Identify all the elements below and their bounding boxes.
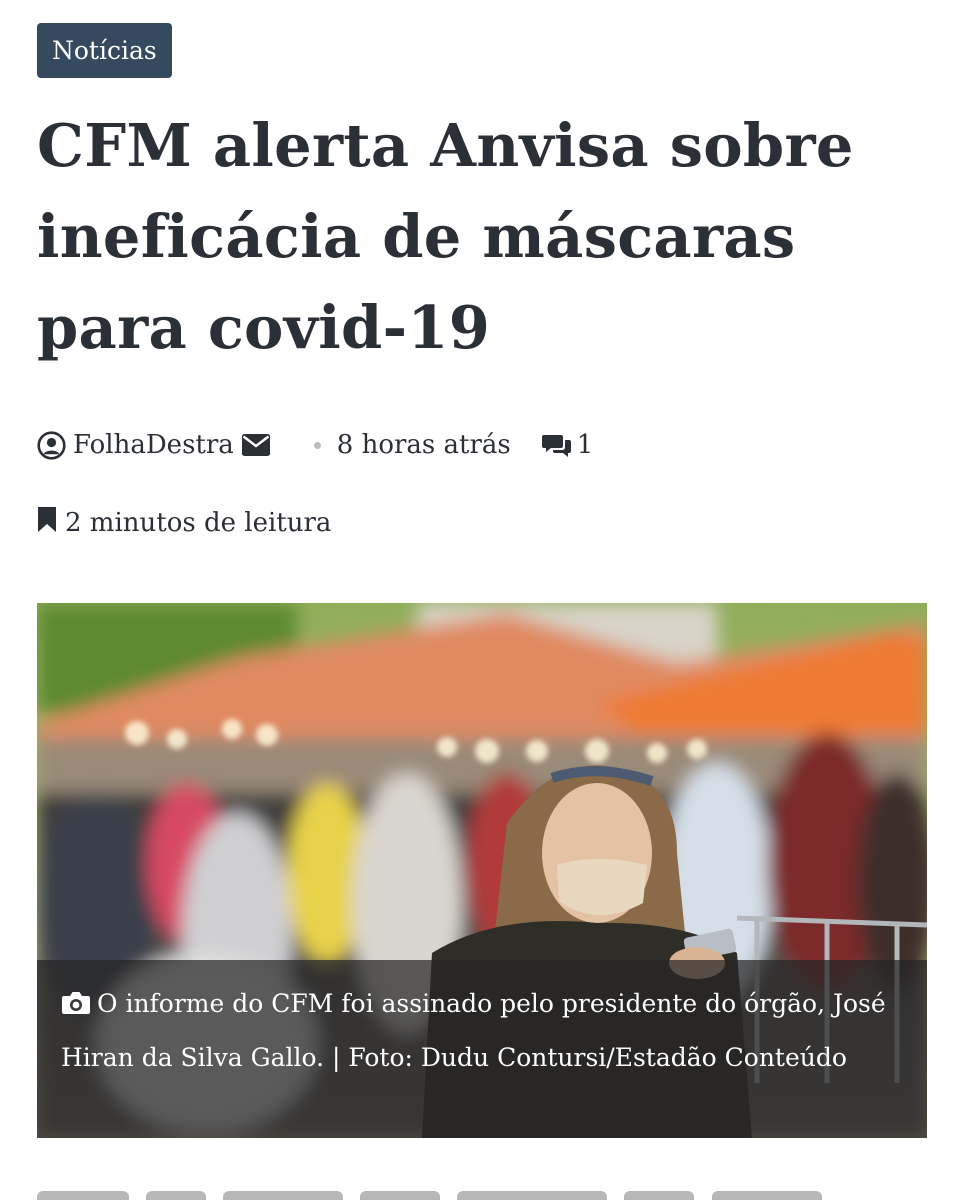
- cutoff-word: [223, 1191, 344, 1200]
- article-meta: FolhaDestra 8 horas atrás 1: [37, 424, 593, 466]
- article-body-start: [37, 1188, 937, 1200]
- bookmark-icon: [37, 506, 57, 540]
- camera-icon: [61, 981, 91, 1032]
- reading-time-text: 2 minutos de leitura: [65, 508, 332, 538]
- comments-link[interactable]: 1: [541, 430, 594, 460]
- article-headline: CFM alerta Anvisa sobre ineficácia de má…: [37, 111, 854, 362]
- author-name: FolhaDestra: [73, 430, 234, 460]
- comments-icon: [541, 432, 573, 458]
- cutoff-word: [624, 1191, 695, 1200]
- user-circle-icon: [37, 430, 66, 460]
- cutoff-word: [711, 1191, 822, 1200]
- envelope-icon[interactable]: [241, 433, 271, 457]
- cutoff-word: [37, 1191, 129, 1200]
- featured-image[interactable]: O informe do CFM foi assinado pelo presi…: [37, 603, 927, 1138]
- image-caption: O informe do CFM foi assinado pelo presi…: [37, 960, 927, 1138]
- post-time: 8 horas atrás: [336, 430, 511, 460]
- caption-text: O informe do CFM foi assinado pelo presi…: [61, 989, 886, 1072]
- author-link[interactable]: FolhaDestra: [37, 430, 234, 460]
- cutoff-word: [360, 1191, 441, 1200]
- meta-separator-dot: [313, 441, 321, 449]
- comment-count: 1: [576, 430, 594, 460]
- cutoff-word: [457, 1191, 608, 1200]
- reading-time: 2 minutos de leitura: [37, 502, 331, 544]
- cutoff-word: [146, 1191, 207, 1200]
- category-badge[interactable]: Notícias: [37, 23, 172, 78]
- article-page: Notícias CFM alerta Anvisa sobre ineficá…: [0, 0, 960, 1200]
